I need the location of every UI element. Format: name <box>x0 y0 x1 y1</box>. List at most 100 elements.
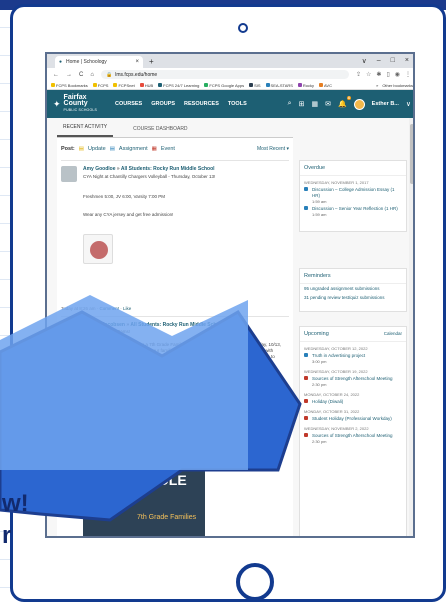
url-text: lms.fcps.edu/home <box>115 71 158 78</box>
url-field[interactable]: 🔒 lms.fcps.edu/home <box>100 70 349 79</box>
sidepanel-icon[interactable]: ▯ <box>386 71 389 78</box>
bookmark-label: SEA-STARS <box>270 82 293 88</box>
post-line: CYA Night at Chantilly Chargers Volleyba… <box>83 174 216 179</box>
user-name[interactable]: Esther B... <box>372 101 399 107</box>
search-icon[interactable]: ⌕ <box>288 100 292 108</box>
upcoming-date: MONDAY, OCTOBER 24, 2022 <box>304 392 360 397</box>
camera-dot <box>238 23 248 33</box>
profile-icon[interactable]: ◉ <box>395 71 400 78</box>
post-author-link[interactable]: Hallisia Jacobsen <box>83 322 125 328</box>
new-tab-button[interactable]: + <box>149 57 154 66</box>
overdue-card: Overdue WEDNESDAY, NOVEMBER 1, 2017 Disc… <box>299 160 407 232</box>
tab-recent-activity[interactable]: RECENT ACTIVITY <box>57 124 114 137</box>
author-avatar[interactable] <box>61 322 77 338</box>
maximize-button[interactable]: □ <box>391 57 395 65</box>
post-meta: Today at 8:26 am · Comment · Like <box>61 306 132 311</box>
home-icon[interactable]: ⌂ <box>90 72 94 78</box>
assignment-icon: ▤ <box>109 146 115 152</box>
chevron-down-icon[interactable]: ∨ <box>406 100 411 108</box>
upcoming-item[interactable]: Sources of Strength Afterschool Meeting <box>300 375 406 382</box>
post-label: Post: <box>61 146 75 152</box>
family-night-poster[interactable]: ROCKY RUN FALL FAMILY NIGHT MIDDLE 7th G… <box>83 376 205 536</box>
nav-resources[interactable]: RESOURCES <box>184 101 219 107</box>
bookmarks-right: » Other bookmarks <box>376 83 413 88</box>
nav-courses[interactable]: COURSES <box>115 101 142 107</box>
comment-link[interactable]: Comment <box>100 306 120 311</box>
forward-icon[interactable]: → <box>66 72 72 78</box>
notifications-icon[interactable]: 🔔 4 <box>338 96 351 108</box>
mail-icon[interactable]: ✉ <box>325 100 331 108</box>
upcoming-item[interactable]: Student Holiday (Professional Workday) <box>300 415 406 422</box>
bookmark-item[interactable]: FCPS Google Apps <box>204 83 244 88</box>
reminder-item[interactable]: 31 pending review test/quiz submissions <box>300 293 406 302</box>
post-line: Freshmen 5:00, JV 6:00, Varsity 7:00 PM <box>83 194 165 199</box>
bookmark-item[interactable]: AVC <box>319 83 332 88</box>
bubble-line: r <box>2 522 12 549</box>
nav-groups[interactable]: GROUPS <box>151 101 175 107</box>
bookmark-item[interactable]: FCPS Bookmarks <box>51 83 88 88</box>
bookmark-item[interactable]: FCPS 24/7 Learning <box>158 83 199 88</box>
post-target-link[interactable]: All Students: Rocky Run Middle School <box>130 322 224 328</box>
post-image[interactable] <box>83 234 113 264</box>
post-event-button[interactable]: Event <box>161 146 175 152</box>
tab-course-dashboard[interactable]: COURSE DASHBOARD <box>127 126 193 137</box>
star-icon[interactable]: ☆ <box>366 71 371 78</box>
upcoming-header: Upcoming Calendar <box>300 327 406 342</box>
share-icon[interactable]: ⇪ <box>356 71 361 78</box>
post-arrow: » <box>116 166 120 172</box>
calendar-link[interactable]: Calendar <box>384 331 402 337</box>
post-assignment-button[interactable]: Assignment <box>119 146 148 152</box>
avatar[interactable] <box>353 98 365 110</box>
post-update-button[interactable]: Update <box>88 146 106 152</box>
bookmark-item[interactable]: SIS <box>249 83 261 88</box>
bookmark-icon <box>158 83 163 87</box>
bookmarks-more-icon[interactable]: » <box>376 83 378 88</box>
tab-bar: ● Home | Schoology × + ∨ – □ × <box>47 54 413 68</box>
sort-dropdown[interactable]: Most Recent ▾ <box>257 146 289 152</box>
post-author-link[interactable]: Amy Goodloe <box>83 166 116 172</box>
bookmark-icon <box>92 83 97 87</box>
bookmark-item[interactable]: FCPS <box>92 82 109 88</box>
bookmark-label: FCPS <box>97 82 109 88</box>
logo-line2: PUBLIC SCHOOLS <box>63 108 98 112</box>
extensions-icon[interactable]: ✱ <box>376 71 381 78</box>
overdue-item[interactable]: Discussion – College Admission Essay (1 … <box>300 186 406 199</box>
bookmark-item[interactable]: HUB <box>139 83 153 88</box>
page-scrollbar[interactable] <box>409 118 413 536</box>
fcps-logo[interactable]: ✦ Fairfax County PUBLIC SCHOOLS <box>53 94 111 113</box>
close-tab-icon[interactable]: × <box>135 59 139 65</box>
post-body: In case you haven't heard, we are hostin… <box>61 342 289 366</box>
tab-home[interactable]: ● Home | Schoology × <box>55 56 143 68</box>
bookmark-label: FCPS Bookmarks <box>56 82 88 88</box>
overdue-item[interactable]: Discussion – Senior Year Reflection (1 H… <box>300 205 406 212</box>
post-header: Amy Goodloe » All Students: Rocky Run Mi… <box>83 166 215 172</box>
upcoming-item[interactable]: Sources of Strength Afterschool Meeting <box>300 432 406 439</box>
scrollbar-thumb[interactable] <box>410 124 413 184</box>
upcoming-item[interactable]: Truth in Advertising project <box>300 352 406 359</box>
other-bookmarks[interactable]: Other bookmarks <box>382 83 413 88</box>
tab-search-icon[interactable]: ∨ <box>362 57 367 65</box>
extension-icons: ⇪ ☆ ✱ ▯ ◉ ⋮ <box>356 71 411 78</box>
bookmark-icon <box>204 83 209 87</box>
like-link[interactable]: Like <box>123 306 131 311</box>
upcoming-item[interactable]: Holiday (Diwali) <box>300 398 406 405</box>
reminder-item[interactable]: 95 ungraded assignment submissions <box>300 284 406 293</box>
apps-grid-icon[interactable]: ⊞ <box>299 100 305 108</box>
reminders-title: Reminders <box>300 269 406 284</box>
minimize-button[interactable]: – <box>377 57 381 65</box>
back-icon[interactable]: ← <box>53 72 59 78</box>
home-button[interactable] <box>236 563 274 601</box>
close-window-button[interactable]: × <box>405 57 409 65</box>
bookmark-icon <box>113 83 118 87</box>
menu-icon[interactable]: ⋮ <box>405 71 411 78</box>
bookmark-item[interactable]: SEA-STARS <box>265 82 293 88</box>
author-avatar[interactable] <box>61 166 77 182</box>
nav-tools[interactable]: TOOLS <box>228 101 247 107</box>
post-target-link[interactable]: All Students: Rocky Run Middle School <box>121 166 215 172</box>
bookmark-icon <box>139 83 144 87</box>
reload-icon[interactable]: C <box>79 72 83 78</box>
calendar-icon[interactable]: ▦ <box>311 100 318 108</box>
bookmark-item[interactable]: FCPSnet <box>113 83 135 88</box>
poster-middle: MIDDLE <box>133 472 187 488</box>
bookmark-item[interactable]: Rocky <box>297 83 314 88</box>
